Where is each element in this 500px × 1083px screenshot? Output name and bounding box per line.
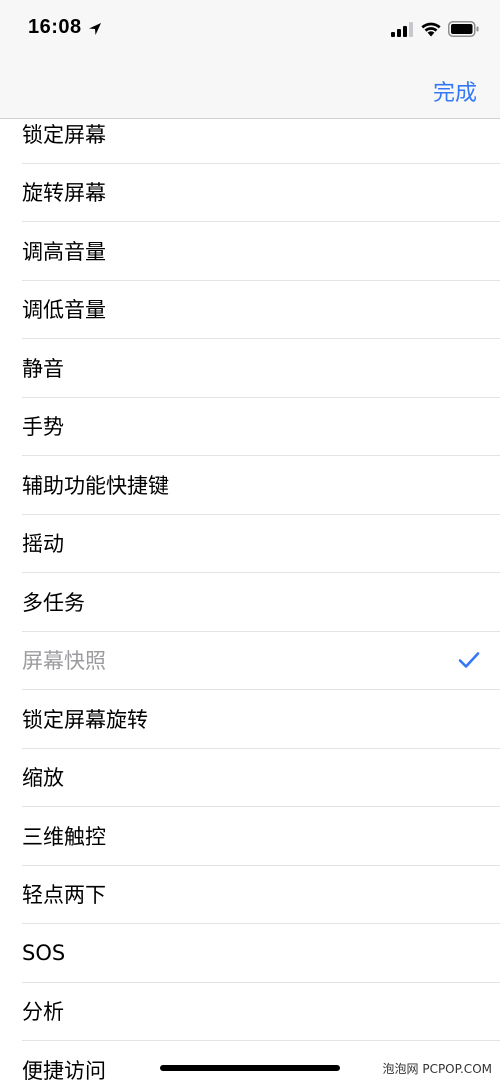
list-item[interactable]: 缩放 xyxy=(22,749,500,807)
list-item[interactable]: 辅助功能快捷键 xyxy=(22,456,500,515)
list-item[interactable]: 旋转屏幕 xyxy=(22,164,500,222)
location-arrow-icon xyxy=(89,23,101,35)
cellular-signal-icon xyxy=(391,22,413,37)
status-bar: 16:08 xyxy=(0,0,500,60)
list-item-label: 调高音量 xyxy=(22,239,106,264)
list-item-label: 锁定屏幕旋转 xyxy=(22,707,148,732)
list-item[interactable]: 轻点两下 xyxy=(22,866,500,924)
list-item-label: 便捷访问 xyxy=(22,1058,106,1083)
list-item[interactable]: 摇动 xyxy=(22,515,500,573)
list-item[interactable]: 锁定屏幕旋转 xyxy=(22,690,500,749)
watermark: 泡泡网 PCPOP.COM xyxy=(380,1060,494,1077)
list-item-label: 辅助功能快捷键 xyxy=(22,473,169,498)
list-item-label: 摇动 xyxy=(22,532,64,557)
list-item[interactable]: 分析 xyxy=(22,983,500,1041)
screen: 16:08 完成 锁定屏幕 旋转屏幕 调高音量 调低音量 静音 手势辅助功能快捷… xyxy=(0,0,500,1083)
list-item[interactable]: 屏幕快照 xyxy=(22,632,500,690)
done-button[interactable]: 完成 xyxy=(433,75,477,107)
checkmark-icon xyxy=(458,652,480,669)
list-item-label: SOS xyxy=(22,940,66,965)
home-indicator[interactable] xyxy=(160,1065,340,1071)
list-item-label: 静音 xyxy=(22,356,64,381)
list-item-label: 缩放 xyxy=(22,766,64,791)
top-bar: 16:08 完成 xyxy=(0,0,500,119)
list-item[interactable]: 静音 xyxy=(22,339,500,398)
list-item[interactable]: 三维触控 xyxy=(22,807,500,866)
list-item[interactable]: 调高音量 xyxy=(22,222,500,281)
list-item[interactable]: 多任务 xyxy=(22,573,500,632)
status-time: 16:08 xyxy=(28,16,82,38)
wifi-icon xyxy=(421,22,441,37)
list-item[interactable]: 手势 xyxy=(22,398,500,456)
list-item-label: 旋转屏幕 xyxy=(22,181,106,206)
list-item-label: 调低音量 xyxy=(22,298,106,323)
action-list: 锁定屏幕旋转屏幕调高音量调低音量静音手势辅助功能快捷键 摇动多任务屏幕快照锁定屏幕… xyxy=(0,105,500,1083)
list-item-label: 多任务 xyxy=(22,590,85,615)
list-item-label: 屏幕快照 xyxy=(22,649,106,674)
list-item-label: 手势 xyxy=(22,415,64,440)
list-item-label: 锁定屏幕 xyxy=(22,122,106,147)
list-item-label: 轻点两下 xyxy=(22,883,106,908)
list-item[interactable]: SOS xyxy=(22,924,500,983)
list-item-label: 三维触控 xyxy=(22,824,106,849)
list-item-label: 分析 xyxy=(22,1000,64,1025)
battery-icon xyxy=(448,21,479,37)
list-item[interactable]: 调低音量 xyxy=(22,281,500,339)
